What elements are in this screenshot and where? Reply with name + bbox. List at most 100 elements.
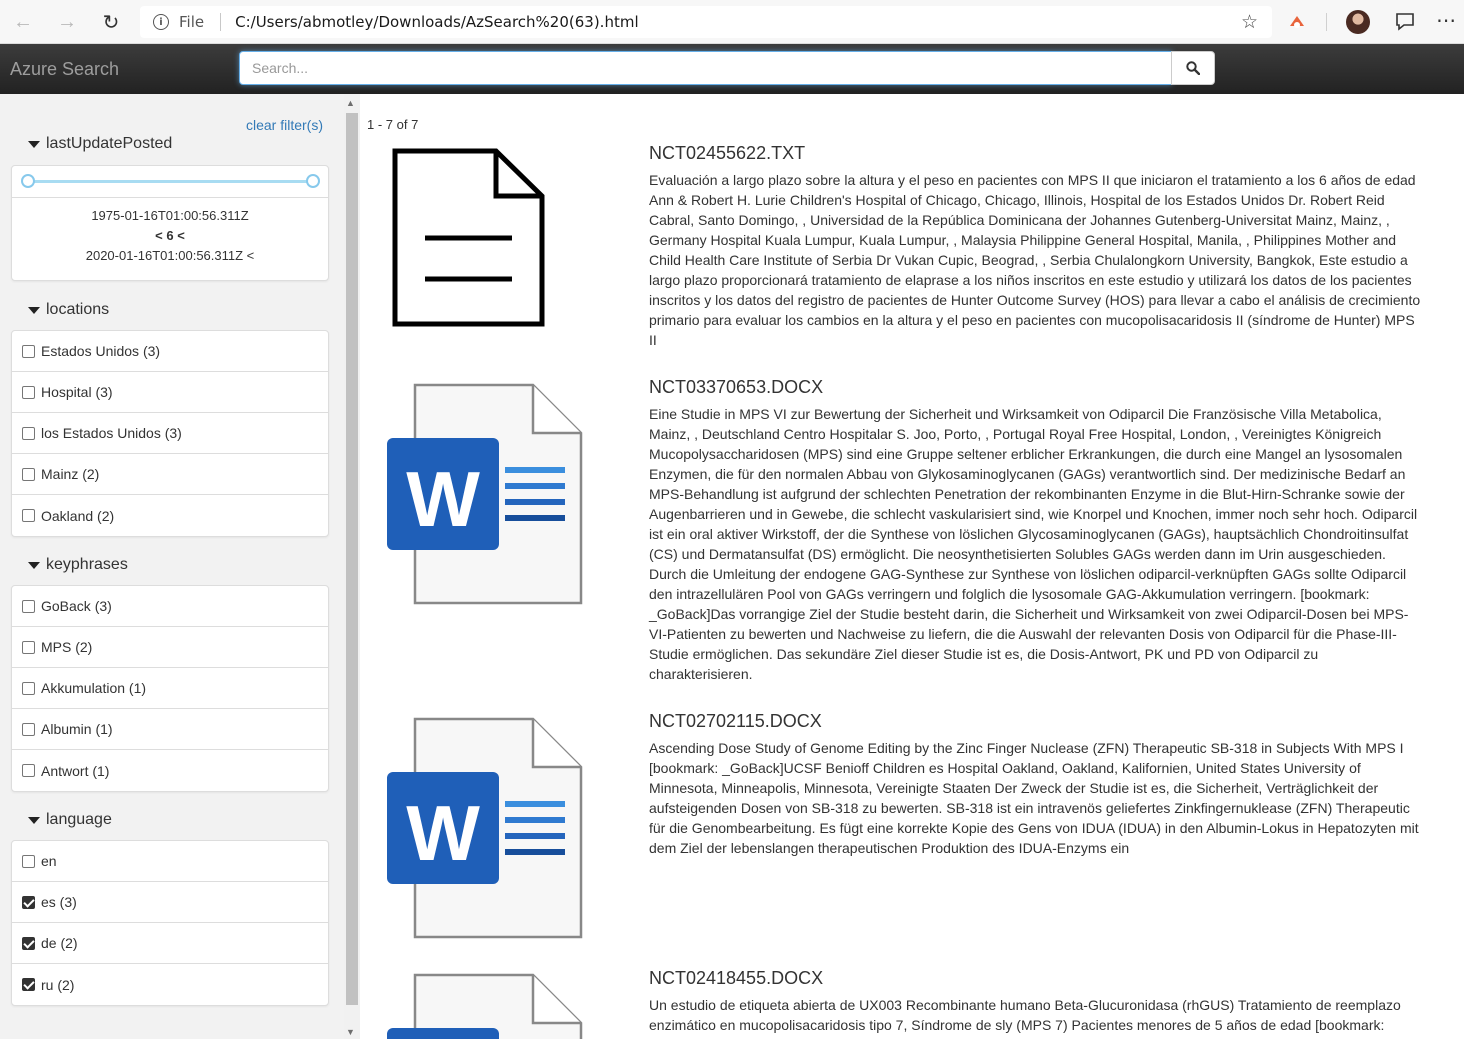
facet-option[interactable]: Akkumulation (1): [12, 668, 328, 709]
browser-toolbar: ← → ↻ i File C:/Users/abmotley/Downloads…: [0, 0, 1464, 44]
checkbox[interactable]: [22, 599, 35, 613]
back-arrow-icon[interactable]: ←: [8, 8, 38, 36]
result-title[interactable]: NCT02702115.DOCX: [649, 711, 822, 732]
slider-handle-min[interactable]: [21, 174, 35, 188]
checkbox[interactable]: [22, 854, 35, 868]
svg-text:W: W: [406, 455, 480, 543]
slider-handle-max[interactable]: [306, 174, 320, 188]
range-count: < 6 <: [155, 228, 185, 243]
checkbox-checked[interactable]: [22, 936, 35, 950]
facet-title-label: lastUpdatePosted: [46, 135, 173, 152]
facet-option-label: los Estados Unidos (3): [41, 425, 182, 441]
search-button[interactable]: [1171, 51, 1215, 85]
facet-option-label: Akkumulation (1): [41, 680, 147, 696]
facet-option-label: en: [41, 853, 57, 869]
address-divider: [220, 13, 222, 31]
search-input[interactable]: [239, 51, 1172, 85]
scroll-up-arrow-icon[interactable]: ▲: [346, 98, 355, 108]
page-scrollbar[interactable]: [1454, 94, 1464, 1039]
facet-option-label: Albumin (1): [41, 721, 113, 737]
forward-arrow-icon[interactable]: →: [52, 8, 82, 36]
keyphrases-panel: GoBack (3) MPS (2) Akkumulation (1) Albu…: [11, 585, 329, 792]
checkbox[interactable]: [22, 426, 35, 440]
facet-option[interactable]: GoBack (3): [12, 586, 328, 627]
caret-down-icon: [28, 817, 40, 824]
facet-option[interactable]: MPS (2): [12, 627, 328, 668]
word-document-icon[interactable]: W: [386, 383, 584, 606]
checkbox[interactable]: [22, 509, 35, 522]
toolbar-divider: [1326, 13, 1327, 31]
facet-option-label: GoBack (3): [41, 598, 112, 614]
facets-sidebar: clear filter(s) lastUpdatePosted 1975-01…: [0, 94, 344, 1039]
caret-down-icon: [28, 141, 40, 148]
word-document-icon[interactable]: [386, 973, 584, 1039]
result-title[interactable]: NCT03370653.DOCX: [649, 377, 823, 398]
facet-option[interactable]: Estados Unidos (3): [12, 331, 328, 372]
date-range-readout: 1975-01-16T01:00:56.311Z < 6 < 2020-01-1…: [12, 198, 328, 266]
result-title[interactable]: NCT02418455.DOCX: [649, 968, 823, 989]
facet-option[interactable]: es (3): [12, 882, 328, 923]
info-icon[interactable]: i: [153, 14, 169, 30]
favorite-star-icon[interactable]: ☆: [1241, 11, 1258, 33]
facet-title-language[interactable]: language: [28, 811, 112, 829]
result-title[interactable]: NCT02455622.TXT: [649, 143, 805, 164]
facet-option-label: Estados Unidos (3): [41, 343, 161, 359]
facet-option[interactable]: los Estados Unidos (3): [12, 413, 328, 454]
checkbox[interactable]: [22, 640, 35, 654]
refresh-icon[interactable]: ↻: [96, 8, 126, 36]
facet-option-label: MPS (2): [41, 639, 93, 655]
checkbox-checked[interactable]: [22, 895, 35, 909]
facet-option[interactable]: Albumin (1): [12, 709, 328, 750]
range-end: 2020-01-16T01:00:56.311Z <: [85, 248, 255, 263]
facet-option[interactable]: de (2): [12, 923, 328, 964]
file-label: File: [179, 13, 205, 31]
range-start: 1975-01-16T01:00:56.311Z: [91, 208, 249, 223]
result-description: Eine Studie in MPS VI zur Bewertung der …: [649, 406, 1418, 682]
url-text[interactable]: C:/Users/abmotley/Downloads/AzSearch%20(…: [235, 13, 639, 31]
feedback-icon[interactable]: [1393, 10, 1417, 34]
facet-option-label: Hospital (3): [41, 384, 113, 400]
checkbox[interactable]: [22, 681, 35, 695]
extension-icon[interactable]: [1287, 12, 1307, 32]
address-bar[interactable]: i File C:/Users/abmotley/Downloads/AzSea…: [140, 6, 1272, 38]
checkbox[interactable]: [22, 467, 35, 481]
profile-avatar[interactable]: [1346, 10, 1370, 34]
caret-down-icon: [28, 307, 40, 314]
facet-option-label: Mainz (2): [41, 466, 100, 482]
date-range-panel: 1975-01-16T01:00:56.311Z < 6 < 2020-01-1…: [11, 165, 329, 281]
caret-down-icon: [28, 562, 40, 569]
checkbox[interactable]: [22, 385, 35, 399]
sidebar-scroll-thumb[interactable]: [346, 113, 358, 1005]
facet-title-keyphrases[interactable]: keyphrases: [28, 556, 128, 574]
app-header: Azure Search: [0, 44, 1464, 94]
facet-title-locations[interactable]: locations: [28, 301, 109, 319]
facet-option[interactable]: Hospital (3): [12, 372, 328, 413]
more-options-icon[interactable]: ⋯: [1436, 8, 1457, 33]
result-description: Evaluación a largo plazo sobre la altura…: [649, 172, 1421, 348]
search-icon: [1186, 61, 1200, 75]
facet-title-lastupdateposted[interactable]: lastUpdatePosted: [28, 135, 172, 153]
facet-title-label: keyphrases: [46, 556, 128, 573]
scroll-down-arrow-icon[interactable]: ▼: [346, 1027, 355, 1037]
checkbox[interactable]: [22, 764, 35, 777]
checkbox-checked[interactable]: [22, 978, 35, 991]
language-panel: en es (3) de (2) ru (2): [11, 840, 329, 1006]
checkbox[interactable]: [22, 344, 35, 358]
facet-option-label: Antwort (1): [41, 762, 110, 779]
facet-option-label: de (2): [41, 935, 78, 951]
facet-option-label: es (3): [41, 894, 77, 910]
facet-option[interactable]: Mainz (2): [12, 454, 328, 495]
facet-option-label: Oakland (2): [41, 507, 115, 524]
text-file-icon[interactable]: [392, 148, 546, 328]
checkbox[interactable]: [22, 722, 35, 736]
facet-option[interactable]: Oakland (2): [12, 495, 328, 536]
facet-option-label: ru (2): [41, 976, 75, 993]
facet-option[interactable]: ru (2): [12, 964, 328, 1005]
facet-option[interactable]: Antwort (1): [12, 750, 328, 791]
clear-filters-link[interactable]: clear filter(s): [246, 117, 323, 133]
word-document-icon[interactable]: W: [386, 717, 584, 940]
date-range-slider[interactable]: [12, 166, 328, 198]
facet-option[interactable]: en: [12, 841, 328, 882]
results-count: 1 - 7 of 7: [367, 117, 419, 132]
brand-title[interactable]: Azure Search: [10, 59, 119, 80]
